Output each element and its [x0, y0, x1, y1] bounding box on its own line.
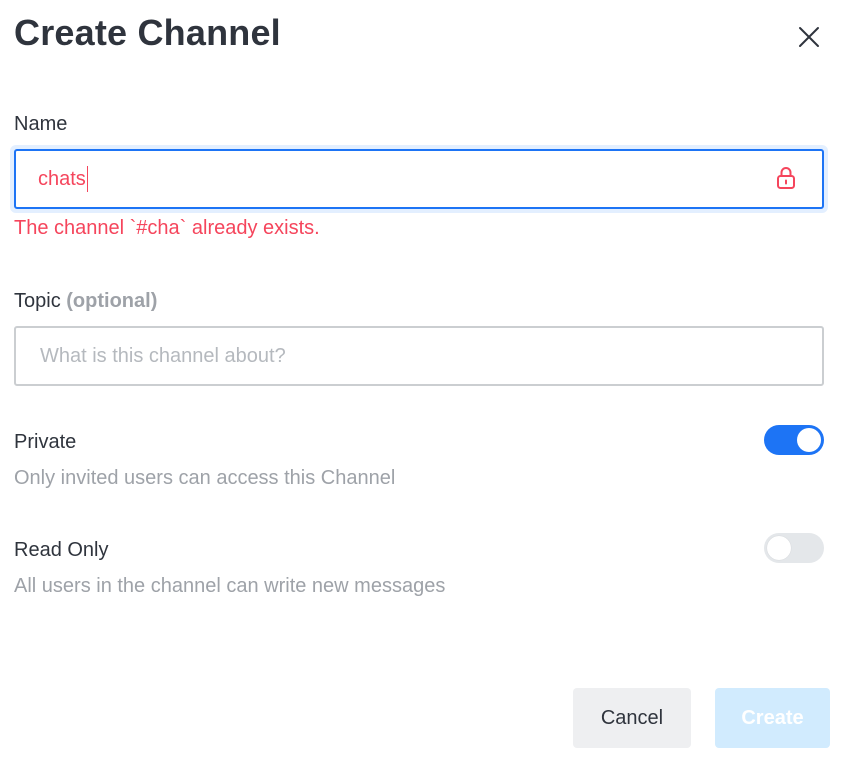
name-input[interactable]: chats	[14, 149, 824, 209]
modal-title: Create Channel	[14, 12, 281, 53]
lock-icon	[776, 166, 796, 195]
toggle-knob	[797, 428, 821, 452]
topic-optional-hint: (optional)	[66, 290, 158, 312]
toggle-knob	[767, 536, 791, 560]
read-only-label: Read Only	[14, 539, 109, 561]
name-label: Name	[14, 113, 68, 135]
topic-label-text: Topic	[14, 290, 61, 312]
read-only-toggle[interactable]	[764, 533, 824, 563]
topic-input[interactable]	[38, 343, 802, 369]
cancel-button[interactable]: Cancel	[573, 688, 691, 748]
private-toggle[interactable]	[764, 425, 824, 455]
close-button[interactable]	[792, 20, 826, 54]
text-caret	[86, 166, 89, 192]
name-field-focus-ring: chats	[10, 145, 828, 213]
create-button[interactable]: Create	[715, 688, 830, 748]
private-label: Private	[14, 431, 77, 453]
topic-label: Topic (optional)	[14, 290, 157, 313]
read-only-description: All users in the channel can write new m…	[14, 575, 446, 597]
name-error-message: The channel `#cha` already exists.	[14, 217, 320, 239]
topic-field	[14, 326, 824, 386]
private-description: Only invited users can access this Chann…	[14, 467, 396, 489]
close-icon	[799, 27, 819, 47]
name-input-value: chats	[38, 167, 86, 190]
